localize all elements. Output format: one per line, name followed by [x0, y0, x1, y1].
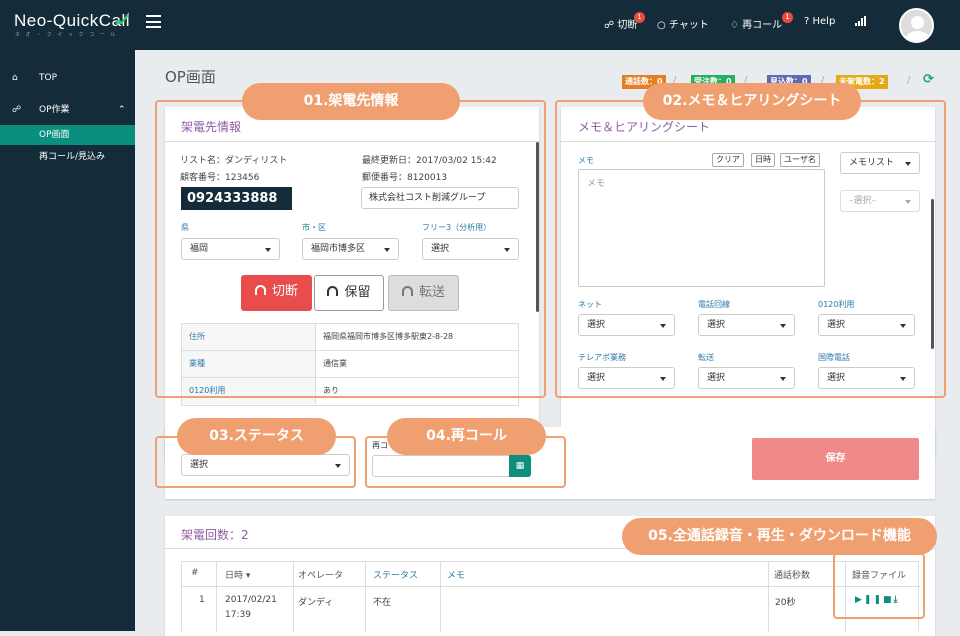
col-status[interactable]: ステータス: [373, 568, 418, 581]
col-date[interactable]: 日時 ▾: [225, 568, 250, 581]
avatar[interactable]: [899, 8, 934, 43]
separator: /: [907, 75, 911, 86]
save-button[interactable]: 保存: [752, 438, 919, 480]
row-seconds: 20秒: [775, 598, 796, 608]
callout-label-04: 04.再コール: [387, 418, 546, 455]
callout-label-05: 05.全通話録音・再生・ダウンロード機能: [622, 518, 937, 555]
headset-icon: ☍: [604, 20, 615, 31]
recall-nav[interactable]: ♢ 再コール 1: [730, 12, 793, 31]
help-nav[interactable]: ? Help: [804, 16, 835, 27]
row-no: 1: [199, 595, 205, 605]
chat-icon: ○: [657, 20, 666, 31]
hangup-nav[interactable]: ☍ 切断 1: [604, 12, 645, 31]
chevron-up-icon: ⌃: [118, 105, 126, 115]
question-icon: ?: [804, 16, 810, 27]
hangup-badge: 1: [634, 12, 645, 23]
refresh-icon[interactable]: ⟳: [923, 72, 934, 87]
row-status: 不在: [373, 598, 392, 608]
page-title: OP画面: [165, 68, 216, 86]
sidebar-item-op-work[interactable]: ☍ OP作業 ⌃: [0, 100, 135, 120]
callout-label-01: 01.架電先情報: [242, 83, 460, 120]
callout-label-03: 03.ステータス: [177, 418, 336, 455]
logo-subtitle: ネ オ ・ ク イ ッ ク コ ー ル: [15, 32, 118, 38]
callout-frame-05: [833, 553, 925, 619]
callout-frame-01: [155, 100, 546, 398]
home-icon: ⌂: [12, 73, 18, 83]
menu-toggle-icon[interactable]: [146, 15, 161, 28]
sidebar-item-op-screen[interactable]: OP画面: [0, 125, 135, 145]
history-title: 架電回数：2: [181, 528, 249, 542]
sidebar: ⌂ TOP ☍ OP作業 ⌃ OP画面 再コール/見込み: [0, 50, 135, 631]
row-date: 2017/02/21: [225, 595, 277, 605]
callout-label-02: 02.メモ＆ヒアリングシート: [643, 83, 861, 120]
sidebar-item-top[interactable]: ⌂ TOP: [0, 68, 135, 88]
bell-icon: ♢: [730, 20, 739, 31]
signal-icon: [855, 16, 866, 26]
sidebar-item-recall[interactable]: 再コール/見込み: [0, 147, 135, 167]
col-operator: オペレータ: [298, 571, 344, 581]
col-no: #: [191, 568, 199, 578]
callout-frame-02: [555, 100, 946, 398]
sort-caret-icon: ▾: [245, 571, 251, 581]
headset-icon: ☍: [12, 105, 22, 115]
row-operator: ダンディ: [298, 598, 334, 608]
recall-badge: 1: [782, 12, 793, 23]
logo[interactable]: Neo-QuickCall: [14, 11, 130, 31]
col-memo[interactable]: メモ: [447, 568, 465, 581]
col-seconds: 通話秒数: [774, 571, 811, 581]
row-time: 17:39: [225, 610, 251, 620]
chat-nav[interactable]: ○ チャット: [657, 16, 709, 31]
top-bar: Neo-QuickCall ネ オ ・ ク イ ッ ク コ ー ル ☍ 切断 1…: [0, 0, 960, 50]
